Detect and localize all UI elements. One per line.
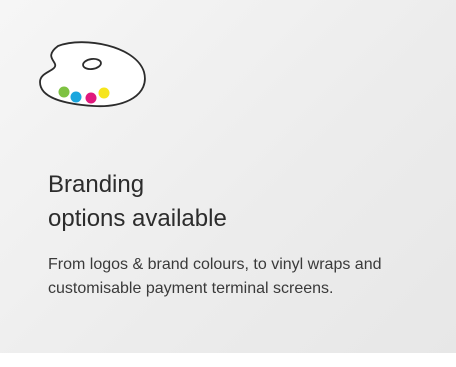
card-title: Branding options available [48, 168, 408, 236]
feature-card: Branding options available From logos & … [0, 0, 456, 353]
card-description: From logos & brand colours, to vinyl wra… [48, 256, 382, 297]
card-title-line-1: Branding [48, 171, 145, 198]
palette-icon [39, 41, 146, 108]
card-title-line-2: options available [48, 205, 227, 232]
